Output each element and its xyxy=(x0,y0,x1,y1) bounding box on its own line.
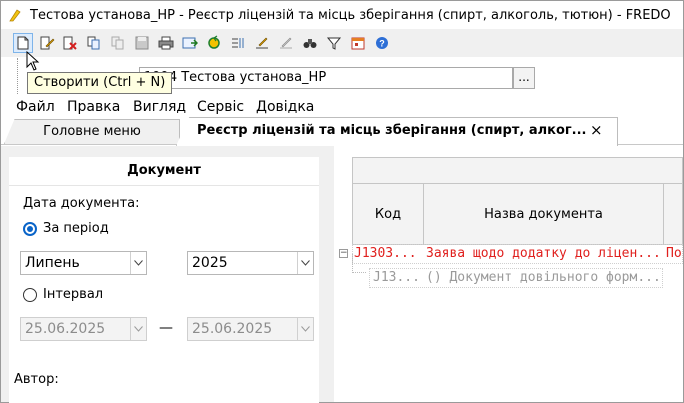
panel-splitter[interactable] xyxy=(326,146,334,402)
date-to-field: 25.06.2025 xyxy=(187,317,314,341)
interval-radio-label: Інтервал xyxy=(43,287,104,302)
period-radio[interactable] xyxy=(23,222,37,236)
date-from-value: 25.06.2025 xyxy=(25,321,106,337)
row-document-name: Заява щодо додатку до ліцен... xyxy=(426,246,661,261)
edit-pencil-icon[interactable] xyxy=(276,33,296,53)
mouse-pointer-icon xyxy=(26,50,40,75)
menu-service[interactable]: Сервіс xyxy=(197,99,244,115)
window-title: Тестова установа_НР - Реєстр ліцензій та… xyxy=(30,8,671,23)
calendar-icon[interactable] xyxy=(348,33,368,53)
row-document-name: () Документ довільного форм... xyxy=(426,270,661,285)
menu-file[interactable]: Файл xyxy=(16,99,55,115)
organization-browse-button[interactable]: ... xyxy=(513,67,535,89)
chevron-down-icon xyxy=(130,318,146,340)
month-select-value: Липень xyxy=(25,255,80,271)
year-select[interactable]: 2025 xyxy=(187,251,314,275)
app-logo-icon xyxy=(8,8,22,22)
column-header-name[interactable]: Назва документа xyxy=(423,184,664,245)
find-binoculars-icon[interactable] xyxy=(300,33,320,53)
column-header-code-label: Код xyxy=(374,206,402,222)
save-icon xyxy=(132,33,152,53)
toolbar-grip xyxy=(17,58,20,94)
delete-document-icon[interactable] xyxy=(60,33,80,53)
columns-icon[interactable] xyxy=(228,33,248,53)
menu-help[interactable]: Довідка xyxy=(256,99,314,115)
chevron-down-icon xyxy=(130,252,146,274)
organization-field[interactable]: 1994 Тестова установа_НР xyxy=(139,67,513,89)
tab-license-registry[interactable]: Реєстр ліцензій та місць зберігання (спи… xyxy=(176,117,618,146)
document-filter-card xyxy=(9,157,319,403)
chevron-down-icon xyxy=(297,252,313,274)
interval-radio[interactable] xyxy=(23,288,37,302)
column-header-extra[interactable] xyxy=(663,184,683,245)
menu-edit[interactable]: Правка xyxy=(67,99,120,115)
date-to-value: 25.06.2025 xyxy=(192,321,273,337)
edit-document-icon[interactable] xyxy=(37,33,57,53)
refresh-icon[interactable] xyxy=(204,33,224,53)
tree-connector xyxy=(352,254,366,273)
menu-view[interactable]: Вигляд xyxy=(133,99,186,115)
row-code: J13... xyxy=(373,270,420,285)
help-icon[interactable]: ? xyxy=(372,33,392,53)
column-header-code[interactable]: Код xyxy=(352,184,424,245)
create-document-icon[interactable] xyxy=(13,33,33,53)
tab-main-menu[interactable]: Головне меню xyxy=(4,119,180,144)
month-select[interactable]: Липень xyxy=(20,251,147,275)
copy-document-icon[interactable] xyxy=(84,33,104,53)
copy-disabled-icon xyxy=(108,33,128,53)
grid-group-header xyxy=(352,157,683,184)
edit-field-icon[interactable] xyxy=(252,33,272,53)
date-range-dash: — xyxy=(159,320,173,336)
date-from-field: 25.06.2025 xyxy=(20,317,147,341)
row-extra: По xyxy=(666,246,682,261)
collapse-toggle-icon[interactable]: − xyxy=(339,249,348,258)
column-header-name-label: Назва документа xyxy=(484,206,603,222)
author-label: Автор: xyxy=(14,372,59,387)
period-radio-label: За період xyxy=(43,221,109,236)
chevron-down-icon xyxy=(297,318,313,340)
filter-icon[interactable] xyxy=(324,33,344,53)
svg-text:?: ? xyxy=(379,39,385,49)
date-label: Дата документа: xyxy=(23,196,140,211)
section-divider xyxy=(9,185,319,186)
print-icon[interactable] xyxy=(156,33,176,53)
export-icon[interactable] xyxy=(180,33,200,53)
tab-close-icon[interactable]: × xyxy=(590,121,603,139)
year-select-value: 2025 xyxy=(192,255,228,271)
create-tooltip: Створити (Ctrl + N) xyxy=(27,72,173,94)
document-section-title: Документ xyxy=(127,163,201,178)
